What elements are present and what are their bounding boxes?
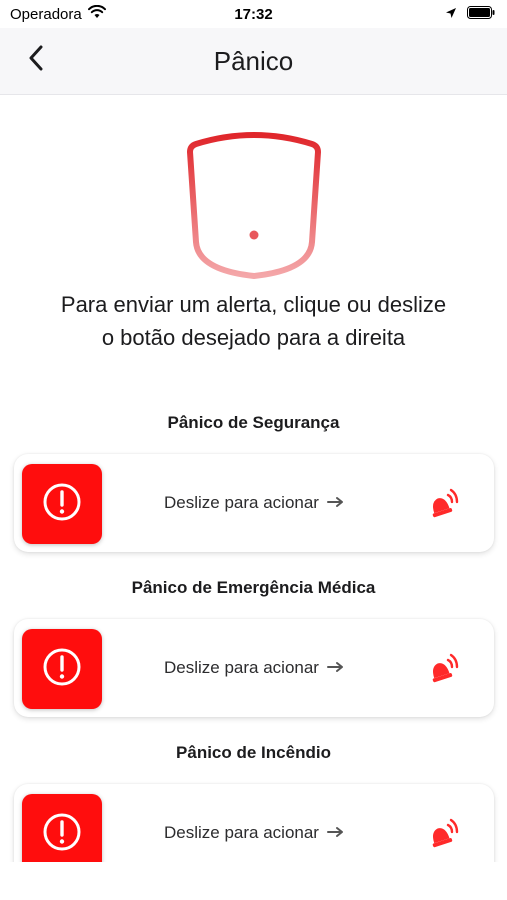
bottom-safe-area	[0, 862, 507, 900]
back-chevron-icon	[28, 45, 44, 76]
status-bar: Operadora 17:32	[0, 0, 507, 28]
shield-alert-icon	[182, 130, 326, 285]
alarm-siren-icon	[426, 652, 460, 684]
instructions-text: Para enviar um alerta, clique ou deslize…	[60, 292, 447, 350]
slider-label-wrap: Deslize para acionar	[164, 619, 345, 717]
navigation-bar: Pânico	[0, 28, 507, 95]
arrow-right-icon	[326, 493, 345, 513]
arrow-right-icon	[326, 658, 345, 678]
alarm-siren-icon	[426, 817, 460, 849]
page-title: Pânico	[213, 45, 294, 76]
slider-label: Deslize para acionar	[164, 658, 319, 677]
location-arrow-icon	[445, 6, 457, 23]
hero	[0, 130, 507, 285]
slider-handle-security[interactable]	[22, 464, 102, 544]
back-button[interactable]	[18, 42, 54, 78]
arrow-right-icon	[326, 823, 345, 843]
slider-medical[interactable]: Deslize para acionar	[14, 619, 494, 717]
section-title-medical: Pânico de Emergência Médica	[131, 578, 376, 597]
status-right	[445, 5, 507, 23]
status-left: Operadora	[0, 4, 106, 23]
slider-security[interactable]: Deslize para acionar	[14, 454, 494, 552]
battery-icon	[467, 5, 495, 23]
slider-label: Deslize para acionar	[164, 493, 319, 512]
alarm-siren-icon	[426, 487, 460, 519]
section-title-security: Pânico de Segurança	[167, 413, 340, 432]
carrier-label: Operadora	[10, 5, 82, 23]
slider-label: Deslize para acionar	[164, 823, 319, 842]
section-title-fire: Pânico de Incêndio	[176, 743, 331, 762]
wifi-icon	[87, 4, 106, 23]
slider-handle-medical[interactable]	[22, 629, 102, 709]
exclamation-circle-icon	[42, 482, 82, 527]
exclamation-circle-icon	[42, 812, 82, 857]
exclamation-circle-icon	[42, 647, 82, 692]
slider-label-wrap: Deslize para acionar	[164, 454, 345, 552]
